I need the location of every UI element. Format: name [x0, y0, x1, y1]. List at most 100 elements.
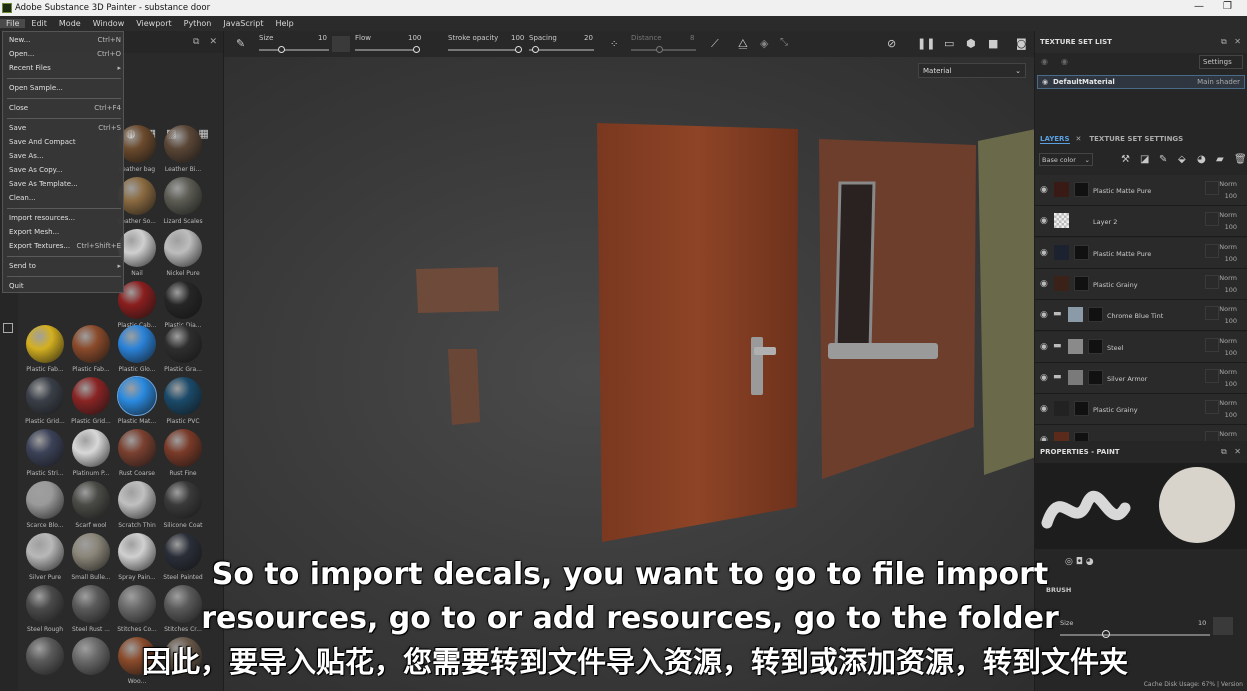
- file-menu-item[interactable]: Save As Template...: [9, 180, 121, 192]
- layer-mask-thumbnail[interactable]: [1074, 244, 1089, 260]
- material-thumbnail[interactable]: Steel Rust ...: [68, 585, 114, 637]
- file-menu-item[interactable]: Save Ctrl+S: [9, 124, 121, 136]
- file-menu-item[interactable]: Open... Ctrl+O: [9, 50, 121, 62]
- file-menu-item[interactable]: Save As Copy...: [9, 166, 121, 178]
- layer-visibility-icon[interactable]: ◉: [1040, 404, 1048, 414]
- material-thumbnail[interactable]: Small Bulle...: [68, 533, 114, 585]
- material-thumbnail[interactable]: Spray Pain...: [114, 533, 160, 585]
- screenshot-icon[interactable]: ◙: [1016, 37, 1027, 50]
- properties-float-icon[interactable]: ⧉ ✕: [1221, 447, 1241, 457]
- layer-channel-box[interactable]: [1205, 181, 1219, 195]
- layer-channel-box[interactable]: [1205, 306, 1219, 321]
- file-menu-item[interactable]: Close Ctrl+F4: [9, 104, 121, 116]
- flow-slider-handle[interactable]: [413, 46, 420, 53]
- add-folder-icon[interactable]: ▰: [1216, 154, 1224, 165]
- material-thumbnail[interactable]: Plastic Grid...: [22, 377, 68, 429]
- cube-icon[interactable]: ⬢: [966, 37, 976, 50]
- lock-icon[interactable]: ◉: [1061, 57, 1068, 66]
- layer-row[interactable]: ◉ Layer 2 Norm 100: [1035, 206, 1247, 238]
- layer-visibility-icon[interactable]: ◉: [1040, 216, 1048, 226]
- material-thumbnail[interactable]: Scratch Thin: [114, 481, 160, 533]
- flow-slider[interactable]: [355, 49, 420, 51]
- layer-visibility-icon[interactable]: ◉: [1040, 373, 1048, 383]
- settings-dropdown[interactable]: Settings: [1199, 55, 1243, 69]
- layer-channel-box[interactable]: [1205, 400, 1219, 415]
- file-menu-item[interactable]: Recent Files ▸: [9, 64, 121, 76]
- layer-visibility-icon[interactable]: ◉: [1040, 342, 1048, 352]
- layer-blend[interactable]: Norm 100: [1219, 397, 1237, 421]
- layer-blend[interactable]: Norm 100: [1219, 241, 1237, 265]
- layer-visibility-icon[interactable]: ◉: [1040, 185, 1048, 195]
- minimize-icon[interactable]: —: [1194, 1, 1204, 12]
- material-thumbnail[interactable]: Leather Bi...: [160, 125, 206, 177]
- folder-icon[interactable]: ▬: [1053, 372, 1062, 382]
- stroke-opacity-slider[interactable]: [448, 49, 521, 51]
- close-tab-icon[interactable]: ✕: [1076, 135, 1082, 143]
- material-thumbnail[interactable]: Nickel Pure: [160, 229, 206, 281]
- material-tab-icons[interactable]: ◎ ◘ ◕: [1065, 557, 1094, 567]
- file-menu-item[interactable]: Open Sample...: [9, 84, 121, 96]
- layer-channel-box[interactable]: [1205, 243, 1219, 258]
- add-paint-layer-icon[interactable]: ✎: [1159, 154, 1167, 165]
- pen-pressure-button[interactable]: [332, 36, 350, 52]
- layer-row[interactable]: ◉ ▬ Silver Armor Norm 100: [1035, 362, 1247, 394]
- material-thumbnail[interactable]: Plastic Fab...: [68, 325, 114, 377]
- menu-edit[interactable]: Edit: [25, 19, 53, 28]
- material-thumbnail[interactable]: Steel Rough: [22, 585, 68, 637]
- size-slider-handle[interactable]: [278, 46, 285, 53]
- layer-channel-box[interactable]: [1205, 274, 1219, 289]
- mirror-icon[interactable]: ⧋: [738, 37, 748, 51]
- layer-visibility-icon[interactable]: ◉: [1040, 279, 1048, 289]
- layer-blend[interactable]: Norm 100: [1219, 209, 1237, 233]
- display-mode-icon[interactable]: ▭: [944, 37, 954, 50]
- texture-set-shader[interactable]: Main shader: [1197, 78, 1240, 86]
- distance-slider[interactable]: [631, 49, 696, 51]
- material-thumbnail[interactable]: Stitches Co...: [114, 585, 160, 637]
- brush-tool-icon[interactable]: ✎: [236, 37, 245, 50]
- lazy-mouse-icon[interactable]: ⁘: [610, 39, 618, 50]
- menu-mode[interactable]: Mode: [53, 19, 87, 28]
- layer-row[interactable]: ◉ Plastic Grainy Norm 100: [1035, 268, 1247, 300]
- material-thumbnail[interactable]: Plastic Fab...: [22, 325, 68, 377]
- layer-mask-thumbnail[interactable]: [1088, 338, 1103, 354]
- texture-set-item[interactable]: ◉ DefaultMaterial Main shader: [1037, 75, 1245, 89]
- layer-blend[interactable]: Norm 100: [1219, 272, 1237, 296]
- material-thumbnail[interactable]: Silicone Coat: [160, 481, 206, 533]
- add-smart-material-icon[interactable]: ◕: [1197, 154, 1206, 165]
- layer-mask-thumbnail[interactable]: [1074, 401, 1089, 417]
- add-effect-icon[interactable]: ⚒: [1121, 154, 1130, 165]
- material-thumbnail[interactable]: Plastic PVC: [160, 377, 206, 429]
- layer-blend[interactable]: Norm: [1219, 428, 1237, 440]
- stroke-opacity-handle[interactable]: [515, 46, 522, 53]
- brush-size-slider[interactable]: [1060, 634, 1210, 636]
- material-thumbnail[interactable]: Plastic Mat...: [114, 376, 160, 429]
- layer-channel-box[interactable]: [1205, 212, 1219, 227]
- pause-icon[interactable]: ❚❚: [917, 37, 935, 50]
- channel-dropdown[interactable]: Base color ⌄: [1039, 153, 1093, 166]
- file-menu-item[interactable]: Export Textures... Ctrl+Shift+E: [9, 242, 121, 254]
- visibility-icon[interactable]: ◉: [1041, 57, 1048, 66]
- layer-channel-box[interactable]: [1205, 368, 1219, 383]
- menu-help[interactable]: Help: [269, 19, 299, 28]
- brush-pressure-button[interactable]: [1213, 617, 1233, 635]
- layer-row[interactable]: ◉ Plastic Grainy Norm 100: [1035, 394, 1247, 426]
- file-menu-item[interactable]: New... Ctrl+N: [9, 36, 121, 48]
- axis-icon[interactable]: ⤡: [780, 37, 788, 48]
- material-thumbnail[interactable]: Rust Fine: [160, 429, 206, 481]
- delete-layer-icon[interactable]: 🗑: [1234, 154, 1247, 165]
- layer-blend[interactable]: Norm 100: [1219, 303, 1237, 327]
- version-label[interactable]: Version: [1221, 681, 1243, 688]
- layer-channel-box[interactable]: [1205, 337, 1219, 352]
- layer-blend[interactable]: Norm 100: [1219, 178, 1237, 202]
- layer-mask-thumbnail[interactable]: [1088, 369, 1103, 385]
- layer-row[interactable]: ◉ ▬ Steel Norm 100: [1035, 331, 1247, 363]
- size-slider[interactable]: [259, 49, 329, 51]
- material-thumbnail[interactable]: Plastic Stri...: [22, 429, 68, 481]
- spacing-slider-handle[interactable]: [532, 46, 539, 53]
- add-mask-icon[interactable]: ◪: [1140, 154, 1149, 165]
- folder-icon[interactable]: ▬: [1053, 341, 1062, 351]
- layer-blend[interactable]: Norm 100: [1219, 366, 1237, 390]
- layer-mask-thumbnail[interactable]: [1074, 182, 1089, 197]
- material-thumbnail[interactable]: Plastic Grid...: [68, 377, 114, 429]
- panel-float-icon[interactable]: ⧉ ✕: [1221, 37, 1241, 47]
